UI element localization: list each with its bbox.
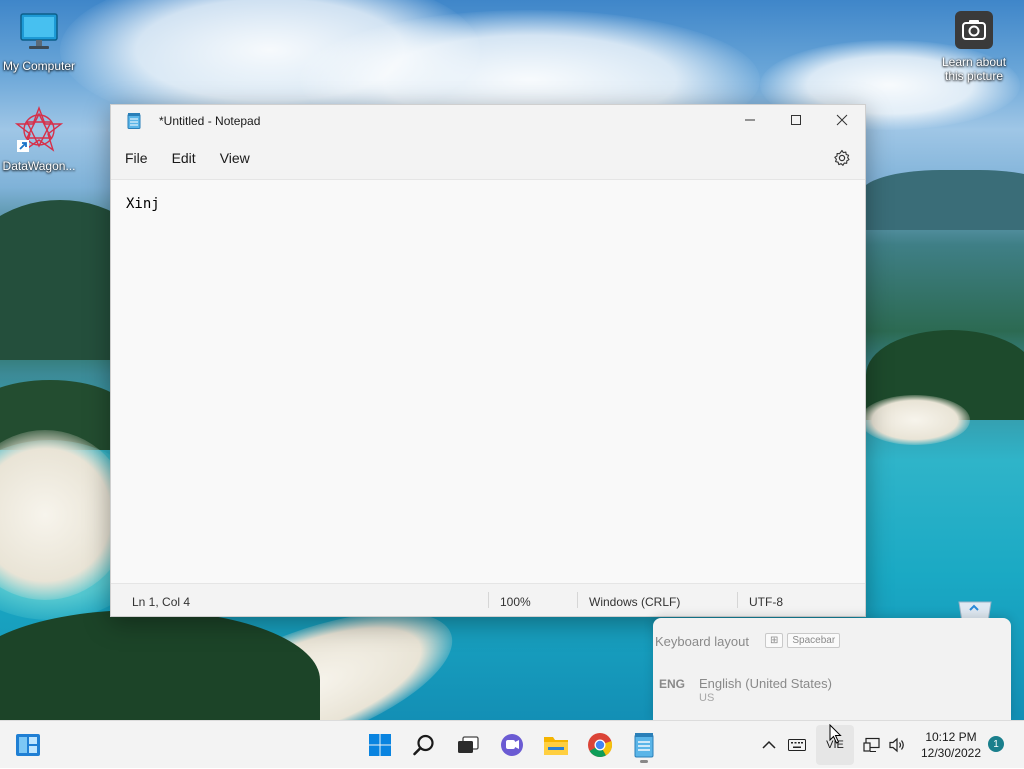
desktop-icon-datawagon[interactable]: DataWagon... <box>0 106 79 173</box>
widgets-icon <box>16 734 40 756</box>
status-separator <box>577 592 578 608</box>
status-cursor-position: Ln 1, Col 4 <box>132 595 191 609</box>
minimize-button[interactable] <box>727 105 773 135</box>
file-explorer-button[interactable] <box>543 732 569 758</box>
windows-key-icon: ⊞ <box>765 633 784 648</box>
task-view-button[interactable] <box>455 732 481 758</box>
settings-gear-icon[interactable] <box>833 149 851 167</box>
desktop-icon-label: DataWagon... <box>2 159 76 173</box>
notepad-taskbar-button[interactable] <box>631 732 657 758</box>
title-bar[interactable]: *Untitled - Notepad <box>111 105 865 137</box>
search-button[interactable] <box>411 732 437 758</box>
menu-edit[interactable]: Edit <box>160 137 208 179</box>
wallpaper-hill <box>0 610 320 720</box>
language-name: English (United States) <box>699 676 832 691</box>
language-code: ENG <box>659 677 686 691</box>
chrome-button[interactable] <box>587 732 613 758</box>
notepad-window: *Untitled - Notepad File Edit View Xinj … <box>110 104 866 617</box>
status-bar: Ln 1, Col 4 100% Windows (CRLF) UTF-8 <box>111 583 865 616</box>
notification-badge[interactable]: 1 <box>988 736 1004 752</box>
menu-file[interactable]: File <box>113 137 160 179</box>
search-icon <box>413 734 434 756</box>
editor-content[interactable]: Xinj <box>126 196 160 212</box>
chevron-up-icon <box>762 740 776 749</box>
minimize-icon <box>745 119 755 121</box>
chat-icon <box>501 734 523 756</box>
wallpaper-sand <box>860 395 970 445</box>
monitor-icon <box>20 13 58 49</box>
touch-keyboard-button[interactable] <box>786 721 808 769</box>
text-editor[interactable]: Xinj <box>111 179 865 584</box>
keyboard-icon <box>788 739 806 751</box>
task-view-icon <box>458 736 479 753</box>
window-title: *Untitled - Notepad <box>159 114 261 128</box>
maximize-button[interactable] <box>773 105 819 135</box>
input-language-flyout: Keyboard layout ⊞ Spacebar ENG English (… <box>653 618 1011 722</box>
datawagon-logo-icon <box>14 106 64 152</box>
maximize-icon <box>791 115 801 125</box>
mouse-cursor-icon <box>829 724 842 744</box>
network-button[interactable] <box>862 721 882 769</box>
clock-date: 12/30/2022 <box>920 746 982 760</box>
chat-button[interactable] <box>499 732 525 758</box>
close-button[interactable] <box>819 105 865 135</box>
clock-time: 10:12 PM <box>925 730 977 744</box>
notepad-icon <box>634 733 654 758</box>
speaker-icon <box>889 737 904 753</box>
chrome-icon <box>588 733 613 758</box>
active-app-indicator <box>640 760 648 763</box>
close-icon <box>836 114 848 126</box>
desktop-icon-learn-about-picture[interactable]: Learn about this picture <box>934 10 1014 83</box>
volume-button[interactable] <box>886 721 908 769</box>
menu-bar: File Edit View <box>111 137 865 179</box>
spacebar-key: Spacebar <box>787 633 841 648</box>
start-button[interactable] <box>367 732 393 758</box>
start-icon <box>369 734 391 756</box>
show-hidden-icons-button[interactable] <box>758 721 780 769</box>
wallpaper-hill <box>860 170 1024 230</box>
status-zoom: 100% <box>500 595 531 609</box>
keyboard-layout-name: US <box>699 692 715 704</box>
desktop-icon-label: Learn about this picture <box>941 55 1007 83</box>
menu-view[interactable]: View <box>208 137 262 179</box>
desktop-icon-my-computer[interactable]: My Computer <box>0 10 79 73</box>
widgets-button[interactable] <box>15 732 41 758</box>
notepad-app-icon <box>127 113 141 129</box>
camera-icon <box>955 11 993 49</box>
desktop-icon-label: My Computer <box>2 59 76 73</box>
keyboard-shortcut-hint: ⊞ Spacebar <box>765 633 841 648</box>
keyboard-layout-heading: Keyboard layout <box>655 634 749 649</box>
file-explorer-icon <box>544 737 568 755</box>
status-encoding: UTF-8 <box>749 595 783 609</box>
clock-button[interactable]: 10:12 PM 12/30/2022 <box>914 729 988 761</box>
status-line-ending: Windows (CRLF) <box>589 595 681 609</box>
status-separator <box>488 592 489 608</box>
status-separator <box>737 592 738 608</box>
taskbar: VIE 10:12 PM 12/30/2022 <box>0 720 1024 768</box>
network-icon <box>863 737 880 752</box>
